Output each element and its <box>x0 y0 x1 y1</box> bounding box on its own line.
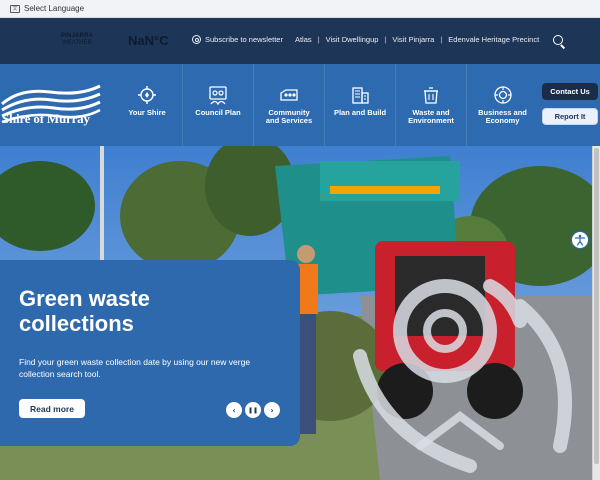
carousel-next-button[interactable]: › <box>264 402 280 418</box>
nav-item-council-plan[interactable]: Council Plan <box>183 64 254 146</box>
nav-item-your-shire[interactable]: Your Shire <box>112 64 183 146</box>
utility-link-edenvale[interactable]: Edenvale Heritage Precinct <box>448 35 539 44</box>
nav-item-community-services[interactable]: Community and Services <box>254 64 325 146</box>
language-label: Select Language <box>24 4 85 13</box>
people-icon <box>209 86 227 106</box>
language-selector[interactable]: 文 Select Language <box>0 0 600 18</box>
utility-links: Subscribe to newsletter Atlas | Visit Dw… <box>192 35 539 44</box>
hero-title: Green waste collections <box>19 286 150 336</box>
weather-logo[interactable]: PINJARRA WEATHER <box>58 33 96 47</box>
bin-icon <box>424 87 438 104</box>
business-icon <box>493 86 512 104</box>
compass-icon <box>138 86 156 104</box>
nav-label: Community and Services <box>265 108 313 125</box>
nav-label: Waste and Environment <box>408 108 454 125</box>
carousel-controls: ‹ ❚❚ › <box>226 402 280 418</box>
brand-name: Shire of Murray <box>2 111 90 126</box>
separator: | <box>317 35 320 44</box>
read-more-button[interactable]: Read more <box>19 399 85 418</box>
hero-description: Find your green waste collection date by… <box>19 357 251 379</box>
separator: | <box>384 35 387 44</box>
utility-link-dwellingup[interactable]: Visit Dwellingup <box>326 35 379 44</box>
subscribe-label: Subscribe to newsletter <box>205 35 283 44</box>
nav-item-plan-build[interactable]: Plan and Build <box>325 64 396 146</box>
community-icon <box>280 89 298 101</box>
scrollbar-thumb[interactable] <box>594 148 599 464</box>
nav-item-waste-environment[interactable]: Waste and Environment <box>396 64 467 146</box>
page-scrollbar[interactable] <box>592 146 600 480</box>
building-icon <box>352 87 369 104</box>
nav-label: Council Plan <box>195 108 241 117</box>
contact-us-button[interactable]: Contact Us <box>542 83 598 100</box>
hero-card: Green waste collections Find your green … <box>0 260 300 446</box>
at-sign-icon <box>192 35 201 44</box>
subscribe-link[interactable]: Subscribe to newsletter <box>192 35 283 44</box>
weather-logo-line2: WEATHER <box>62 40 92 46</box>
main-navigation: Shire of Murray Your Shire Council Plan <box>0 64 600 146</box>
main-nav-items: Your Shire Council Plan Community and Se… <box>112 64 538 146</box>
accessibility-icon <box>574 234 586 246</box>
report-it-button[interactable]: Report It <box>542 108 598 125</box>
search-icon[interactable] <box>553 35 563 45</box>
nav-label: Plan and Build <box>333 108 387 117</box>
accessibility-button[interactable] <box>571 231 589 249</box>
nav-item-business-economy[interactable]: Business and Economy <box>467 64 538 146</box>
utility-bar: PINJARRA WEATHER NaN°C Subscribe to news… <box>0 18 600 64</box>
temperature-readout: NaN°C <box>128 33 169 48</box>
translate-icon: 文 <box>10 4 20 13</box>
nav-label: Business and Economy <box>478 108 527 125</box>
separator: | <box>440 35 443 44</box>
utility-link-atlas[interactable]: Atlas <box>295 35 312 44</box>
hero-banner: Green waste collections Find your green … <box>0 146 600 480</box>
carousel-pause-button[interactable]: ❚❚ <box>245 402 261 418</box>
utility-link-pinjarra[interactable]: Visit Pinjarra <box>392 35 434 44</box>
weather-logo-line1: PINJARRA <box>60 33 94 39</box>
nav-label: Your Shire <box>128 108 166 117</box>
carousel-prev-button[interactable]: ‹ <box>226 402 242 418</box>
